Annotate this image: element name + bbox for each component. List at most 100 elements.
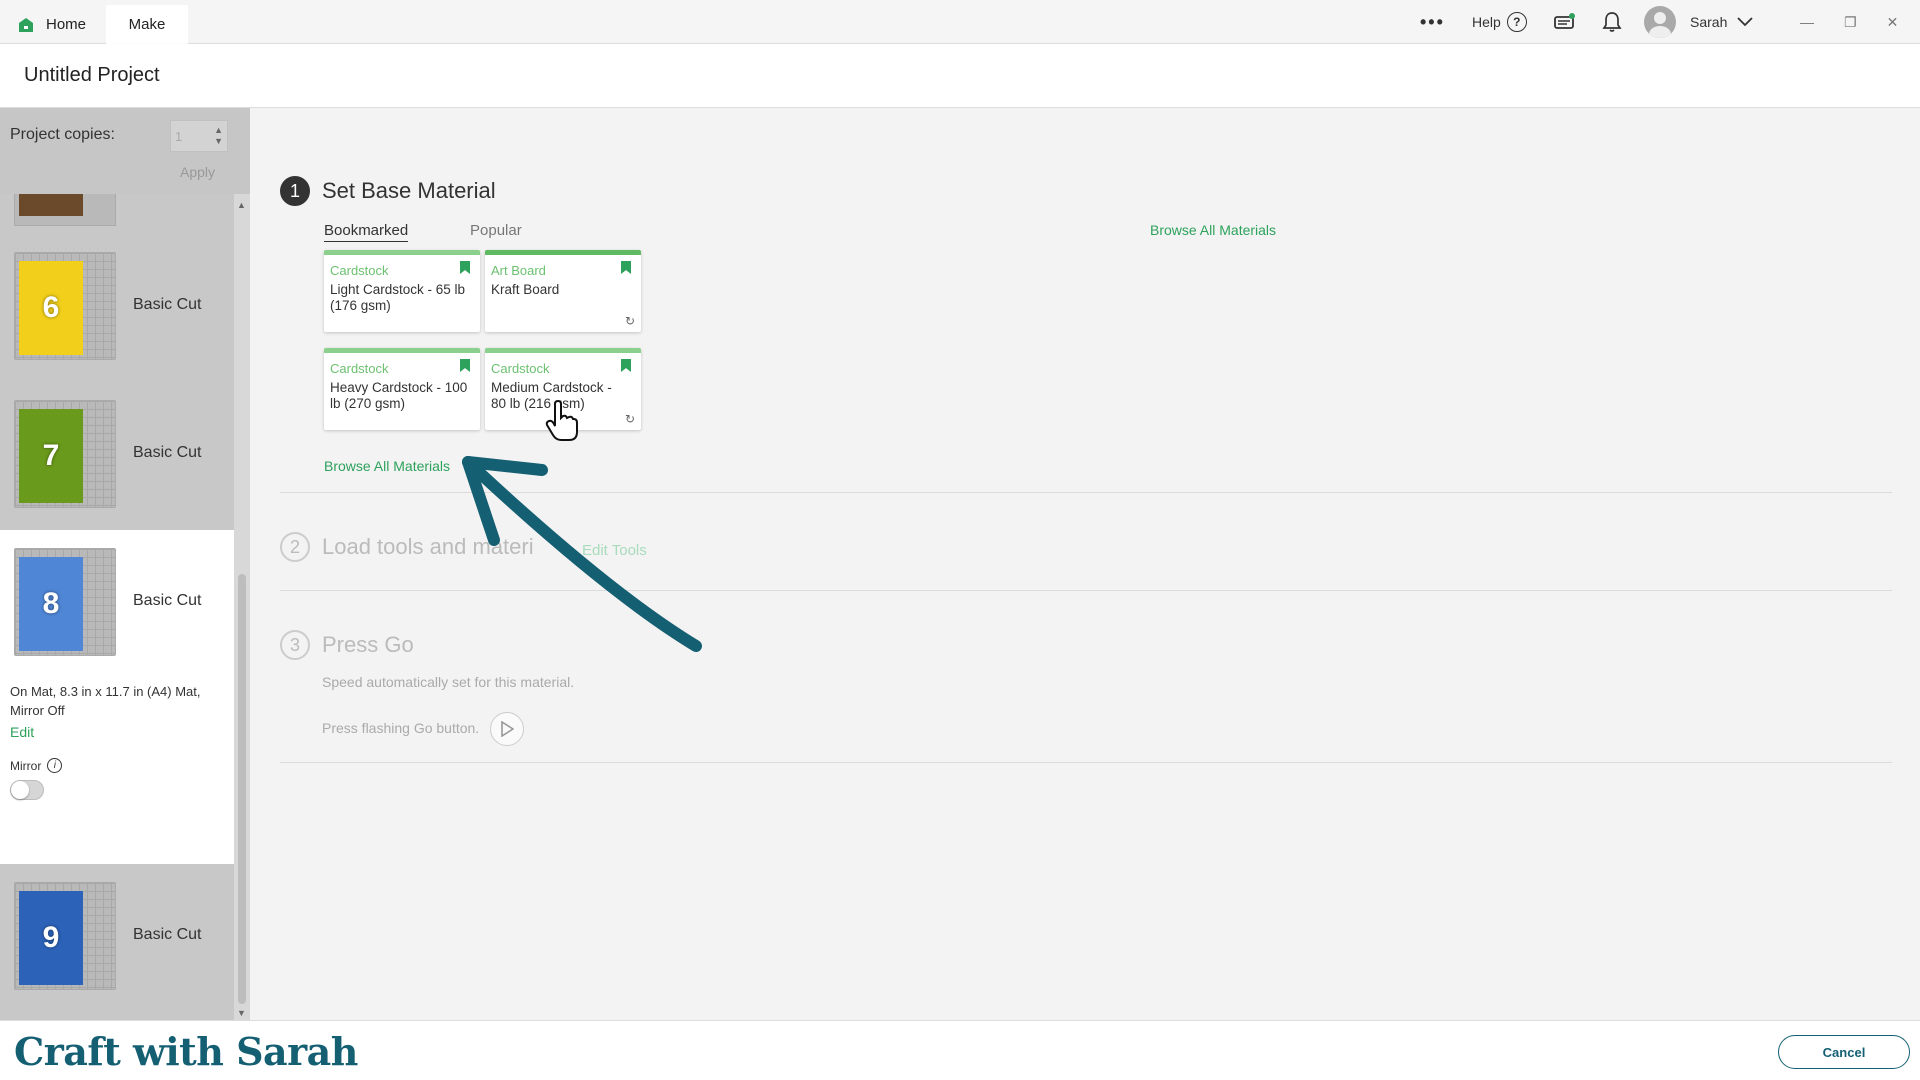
mat-sheet: 7	[19, 409, 83, 503]
divider	[280, 492, 1892, 493]
bookmark-icon[interactable]	[460, 359, 470, 372]
mirror-text: Mirror	[10, 758, 42, 773]
bookmark-icon[interactable]	[621, 359, 631, 372]
mirror-label: Mirror i	[10, 758, 63, 773]
project-title-bar: Untitled Project	[0, 44, 1920, 108]
apply-button[interactable]: Apply	[180, 164, 215, 180]
mat-list: 6 Basic Cut 7 Basic Cut 8 Basic Cut On M…	[0, 194, 234, 1020]
go-button[interactable]	[490, 712, 524, 746]
card-name: Kraft Board	[491, 282, 560, 297]
tab-popular[interactable]: Popular	[470, 222, 522, 239]
step-number: 1	[280, 176, 310, 206]
mat-thumbnail: 8	[14, 548, 116, 656]
mat-sheet-partial	[19, 194, 83, 216]
divider	[280, 762, 1892, 763]
machine-icon	[1554, 13, 1575, 29]
mat-label: Basic Cut	[133, 296, 202, 313]
material-card[interactable]: Cardstock Light Cardstock - 65 lb (176 g…	[324, 250, 480, 332]
tab-bookmarked[interactable]: Bookmarked	[324, 222, 409, 242]
step-title: Press Go	[322, 632, 414, 657]
mat-label: Basic Cut	[133, 444, 202, 461]
divider	[280, 590, 1892, 591]
mat-thumbnail: 9	[14, 882, 116, 990]
machine-button[interactable]	[1554, 0, 1576, 44]
refresh-icon: ↻	[624, 412, 635, 426]
notifications-button[interactable]	[1602, 0, 1622, 44]
stepper-up-icon[interactable]: ▲	[214, 125, 223, 136]
minimize-icon[interactable]: —	[1800, 14, 1814, 30]
window-controls: — ❐ ✕	[1800, 0, 1898, 44]
mat-item-7[interactable]: 7 Basic Cut	[0, 382, 234, 530]
card-name: Heavy Cardstock - 100 lb (270 gsm)	[330, 380, 468, 411]
mat-item-9[interactable]: 9 Basic Cut	[0, 864, 234, 1012]
step-title: Set Base Material	[322, 178, 496, 203]
footer-bar: Craft with Sarah Cancel	[0, 1020, 1920, 1080]
card-category: Cardstock	[330, 361, 389, 376]
mat-edit-link[interactable]: Edit	[10, 724, 34, 740]
browse-all-materials-link[interactable]: Browse All Materials	[324, 458, 450, 474]
step-number: 2	[280, 532, 310, 562]
scroll-thumb[interactable]	[238, 574, 246, 1004]
restore-icon[interactable]: ❐	[1844, 14, 1857, 31]
home-icon	[19, 17, 33, 32]
project-copies-value: 1	[175, 129, 183, 144]
mat-item-8-active[interactable]: 8 Basic Cut On Mat, 8.3 in x 11.7 in (A4…	[0, 530, 234, 864]
card-category: Art Board	[491, 263, 546, 278]
bookmark-icon[interactable]	[621, 261, 631, 274]
step-title: Load tools and materi	[322, 534, 534, 559]
scroll-down-icon[interactable]: ▼	[237, 1008, 246, 1018]
step-number: 3	[280, 630, 310, 660]
project-copies-label: Project copies:	[10, 126, 115, 143]
stepper-down-icon[interactable]: ▼	[214, 136, 223, 147]
press-go-instruction: Press flashing Go button.	[322, 720, 480, 736]
mirror-toggle[interactable]	[10, 780, 44, 800]
browse-all-materials-link[interactable]: Browse All Materials	[1150, 222, 1276, 238]
refresh-icon: ↻	[624, 314, 635, 328]
mat-label: Basic Cut	[133, 592, 202, 609]
mat-sheet: 9	[19, 891, 83, 985]
scroll-up-icon[interactable]: ▲	[237, 200, 246, 210]
bookmark-icon[interactable]	[460, 261, 470, 274]
tab-home[interactable]: Home	[18, 5, 110, 44]
mat-thumbnail: 7	[14, 400, 116, 508]
main-panel: 1 Set Base Material Bookmarked Popular B…	[250, 108, 1920, 1020]
tab-make-label: Make	[128, 16, 166, 33]
speed-note: Speed automatically set for this materia…	[322, 674, 575, 690]
project-copies-panel: Project copies: 1 ▲ ▼ Apply	[0, 108, 250, 194]
help-button[interactable]: Help ?	[1472, 0, 1527, 44]
help-label: Help	[1472, 14, 1501, 30]
card-category: Cardstock	[491, 361, 550, 376]
mat-label: Basic Cut	[133, 926, 202, 943]
more-options-button[interactable]: •••	[1420, 0, 1445, 44]
sidebar-scrollbar[interactable]: ▲ ▼	[234, 194, 250, 1020]
mat-info: On Mat, 8.3 in x 11.7 in (A4) Mat, Mirro…	[10, 684, 201, 718]
chevron-down-icon	[1737, 17, 1753, 27]
material-card[interactable]: Art Board Kraft Board ↻	[485, 250, 641, 332]
close-icon[interactable]: ✕	[1887, 14, 1899, 31]
avatar	[1644, 6, 1676, 38]
mat-sheet: 8	[19, 557, 83, 651]
tab-home-label: Home	[46, 16, 87, 33]
bell-icon	[1602, 12, 1622, 32]
edit-tools-link[interactable]: Edit Tools	[582, 542, 647, 559]
copies-stepper[interactable]: ▲ ▼	[214, 125, 223, 147]
tab-make[interactable]: Make	[106, 5, 188, 44]
mat-item-6[interactable]: 6 Basic Cut	[0, 234, 234, 382]
top-tab-bar: Home Make ••• Help ? Sarah — ❐ ✕	[0, 0, 1920, 44]
mat-sheet: 6	[19, 261, 83, 355]
hand-cursor-icon	[545, 400, 578, 441]
mat-sidebar: Project copies: 1 ▲ ▼ Apply 6 Basic Cut …	[0, 108, 250, 1020]
user-menu[interactable]: Sarah	[1644, 0, 1753, 44]
material-card[interactable]: Cardstock Heavy Cardstock - 100 lb (270 …	[324, 348, 480, 430]
play-icon	[501, 721, 514, 737]
project-copies-input[interactable]: 1 ▲ ▼	[170, 120, 228, 152]
brand-logo: Craft with Sarah	[14, 1029, 358, 1074]
help-icon: ?	[1506, 12, 1527, 32]
mat-thumbnail: 6	[14, 252, 116, 360]
page-title: Untitled Project	[24, 64, 160, 86]
mat-thumbnail-partial[interactable]	[14, 194, 116, 226]
info-icon[interactable]: i	[47, 758, 63, 773]
card-name: Light Cardstock - 65 lb (176 gsm)	[330, 282, 466, 313]
cancel-button[interactable]: Cancel	[1778, 1035, 1910, 1069]
user-name: Sarah	[1690, 14, 1728, 30]
